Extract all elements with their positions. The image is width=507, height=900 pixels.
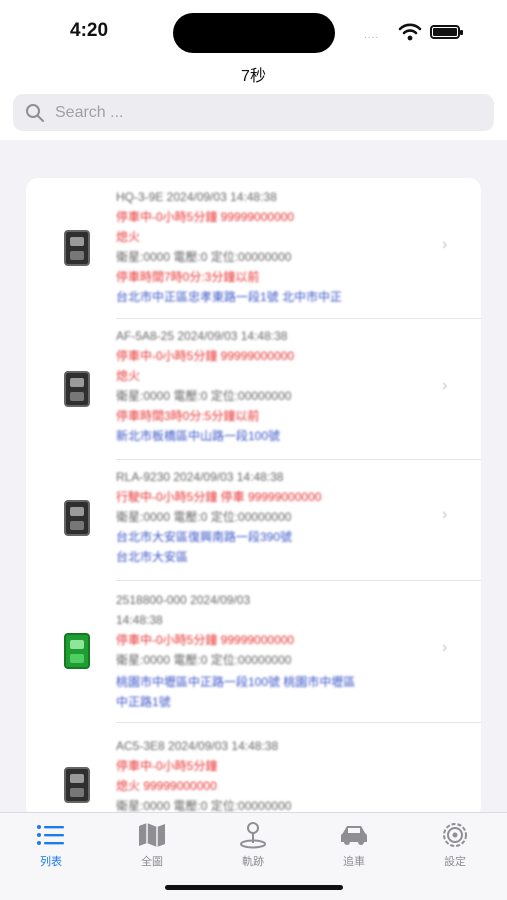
item-line: 停車時間7時0分:3分鐘以前: [116, 270, 260, 284]
tab-label: 全圖: [141, 856, 163, 868]
tab-map[interactable]: 全圖: [112, 821, 192, 871]
search-input[interactable]: [55, 98, 475, 127]
tab-label: 追車: [343, 856, 365, 868]
item-line: 2518800-000 2024/09/03: [116, 593, 251, 607]
tab-track[interactable]: 軌跡: [213, 821, 293, 871]
item-line: 台北市大安區: [116, 550, 189, 564]
list-item[interactable]: RLA-9230 2024/09/03 14:48:38 行駛中-0小時5分鐘 …: [26, 460, 481, 580]
item-line: 行駛中-0小時5分鐘 停車 99999000000: [116, 490, 322, 504]
item-line: 熄火: [116, 230, 141, 244]
item-line: 停車中-0小時5分鐘: [116, 759, 218, 773]
tab-label: 設定: [444, 856, 466, 868]
item-line: 熄火: [116, 369, 141, 383]
map-icon: [139, 823, 165, 847]
signal-dots: ....: [364, 30, 380, 41]
tab-label: 列表: [40, 856, 62, 868]
dynamic-island: [173, 13, 335, 53]
item-line: 衛星:0000 電壓:0 定位:00000000: [116, 250, 292, 264]
item-line: 桃園市中壢區中正路一段100號 桃園市中壢區: [116, 675, 356, 689]
item-line: 衛星:0000 電壓:0 定位:00000000: [116, 510, 292, 524]
chevron-right-icon: ›: [442, 639, 448, 656]
item-line: 台北市中正區忠孝東路一段1號 北中市中正: [116, 290, 343, 304]
top-bar: 4:20 .... 7秒: [0, 0, 507, 140]
tab-settings[interactable]: 設定: [415, 821, 495, 871]
item-line: AF-5A8-25 2024/09/03 14:48:38: [116, 329, 288, 343]
tab-label: 軌跡: [242, 856, 264, 868]
wifi-icon: [398, 23, 422, 41]
tab-list[interactable]: 列表: [11, 821, 91, 871]
status-icons: ....: [364, 22, 474, 42]
item-line: 中正路1號: [116, 695, 171, 709]
car-icon: [64, 371, 90, 407]
item-line: 熄火 99999000000: [116, 779, 217, 793]
search-icon: [26, 104, 44, 122]
chevron-right-icon: ›: [442, 377, 448, 394]
item-line: 停車中-0小時5分鐘 99999000000: [116, 633, 295, 647]
item-line: 台北市大安區復興南路一段390號: [116, 530, 293, 544]
car-icon: [64, 230, 90, 266]
list-item[interactable]: HQ-3-9E 2024/09/03 14:48:38 停車中-0小時5分鐘 9…: [26, 178, 481, 318]
car-icon: [64, 500, 90, 536]
item-line: AC5-3E8 2024/09/03 14:48:38: [116, 739, 279, 753]
battery-icon: [430, 25, 463, 39]
car-icon: [341, 826, 367, 845]
item-line: 衛星:0000 電壓:0 定位:00000000: [116, 389, 292, 403]
list-item[interactable]: AF-5A8-25 2024/09/03 14:48:38 停車中-0小時5分鐘…: [26, 319, 481, 459]
chevron-right-icon: ›: [442, 506, 448, 523]
search-bar[interactable]: [13, 94, 494, 131]
gear-icon: [443, 823, 467, 847]
item-line: 新北市板橋區中山路一段100號: [116, 429, 281, 443]
item-line: RLA-9230 2024/09/03 14:48:38: [116, 470, 284, 484]
item-line: 停車中-0小時5分鐘 99999000000: [116, 210, 295, 224]
item-line: 衛星:0000 電壓:0 定位:00000000: [116, 653, 292, 667]
page-title: 7秒: [241, 68, 266, 85]
list-item[interactable]: AC5-3E8 2024/09/03 14:48:38 停車中-0小時5分鐘 熄…: [26, 723, 481, 818]
status-time: 4:20: [70, 20, 109, 41]
car-icon: [64, 633, 90, 669]
item-line: 停車時間3時0分:5分鐘以前: [116, 409, 260, 423]
home-indicator: [165, 885, 343, 890]
chevron-right-icon: ›: [442, 236, 448, 253]
item-line: HQ-3-9E 2024/09/03 14:48:38: [116, 190, 277, 204]
item-line: 停車中-0小時5分鐘 99999000000: [116, 349, 295, 363]
list-icon: [37, 825, 64, 845]
vehicle-list: HQ-3-9E 2024/09/03 14:48:38 停車中-0小時5分鐘 9…: [26, 178, 481, 818]
item-line: 14:48:38: [116, 613, 163, 627]
car-icon: [64, 767, 90, 803]
location-pin-icon: [240, 822, 266, 849]
tab-chase[interactable]: 追車: [314, 821, 394, 871]
list-item[interactable]: 2518800-000 2024/09/03 14:48:38 停車中-0小時5…: [26, 581, 481, 721]
